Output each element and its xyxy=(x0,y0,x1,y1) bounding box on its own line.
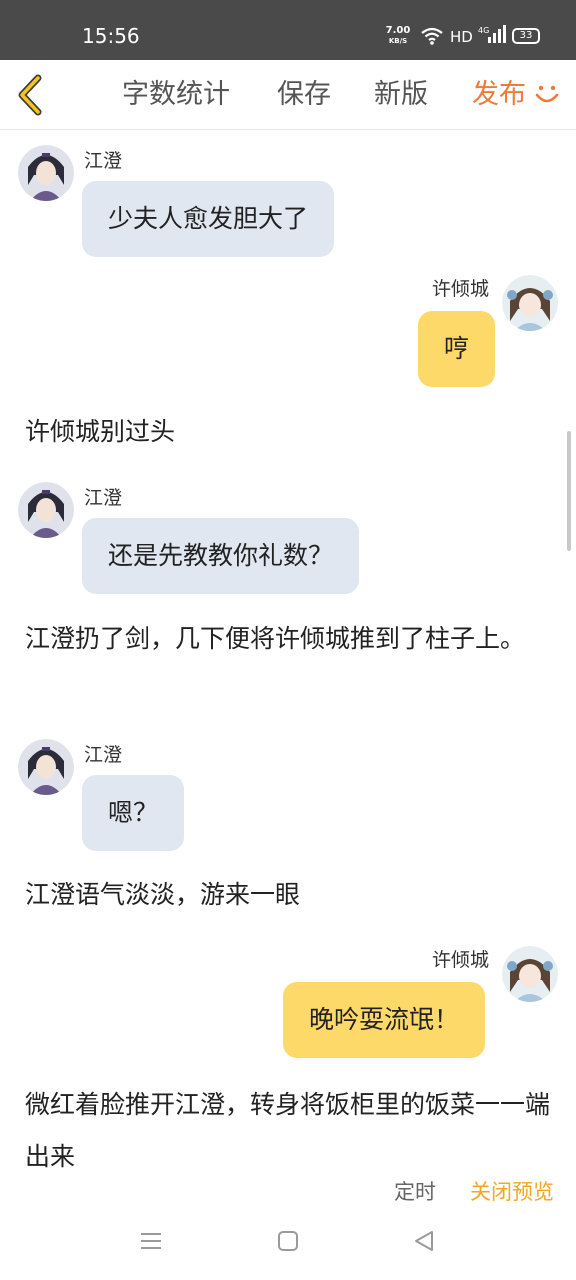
speaker-name: 江澄 xyxy=(84,150,123,172)
home-square-icon[interactable] xyxy=(277,1230,299,1252)
schedule-button[interactable]: 定时 xyxy=(394,1178,436,1206)
avatar-xuqingcheng xyxy=(502,946,558,1002)
message-bubble[interactable]: 少夫人愈发胆大了 xyxy=(82,181,335,257)
net-speed-unit: KB/S xyxy=(388,37,408,45)
close-preview-button[interactable]: 关闭预览 xyxy=(470,1178,554,1206)
menu-icon[interactable] xyxy=(140,1230,162,1252)
editor-toolbar: 字数统计 保存 新版 发布 xyxy=(0,60,576,130)
status-time: 15:56 xyxy=(82,24,140,48)
back-button[interactable] xyxy=(12,72,52,118)
wifi-icon xyxy=(421,27,443,45)
system-nav-bar xyxy=(0,1212,576,1280)
scrollbar[interactable] xyxy=(567,431,571,551)
publish-button[interactable]: 发布 xyxy=(472,78,526,112)
word-count-button[interactable]: 字数统计 xyxy=(122,78,230,112)
message-bubble[interactable]: 嗯？ xyxy=(82,775,185,851)
network-type: 4G xyxy=(478,26,489,35)
net-speed-value: 7.00 xyxy=(385,25,411,36)
save-button[interactable]: 保存 xyxy=(277,78,331,112)
message-bubble[interactable]: 晚吟耍流氓！ xyxy=(283,982,486,1058)
chat-preview[interactable]: 江澄 少夫人愈发胆大了 许倾城 哼 许倾城别过头 江澄 还是先教教你礼数？ 江澄… xyxy=(0,131,576,1171)
speaker-name: 许倾城 xyxy=(432,278,490,300)
narration-text: 许倾城别过头 xyxy=(25,417,176,446)
signal-icon: 4G xyxy=(478,25,506,43)
narration-text: 江澄语气淡淡，游来一眼 xyxy=(25,880,301,909)
speaker-name: 江澄 xyxy=(84,487,123,509)
avatar-jiangcheng xyxy=(18,482,74,538)
narration-text: 微红着脸推开江澄，转身将饭柜里的饭菜一一端出来 xyxy=(25,1090,551,1171)
net-speed: 7.00 KB/S xyxy=(385,26,411,46)
back-triangle-icon[interactable] xyxy=(413,1230,435,1252)
status-bar: 15:56 7.00 KB/S HD 4G 33 xyxy=(0,0,576,60)
narration-text: 江澄扔了剑，几下便将许倾城推到了柱子上。 xyxy=(25,624,526,653)
hd-indicator: HD xyxy=(450,28,473,46)
speaker-name: 江澄 xyxy=(84,744,123,766)
avatar-xuqingcheng xyxy=(502,275,558,331)
avatar-jiangcheng xyxy=(18,739,74,795)
new-version-button[interactable]: 新版 xyxy=(374,78,428,112)
chevron-left-icon xyxy=(18,74,42,116)
avatar-jiangcheng xyxy=(18,145,74,201)
message-bubble[interactable]: 哼 xyxy=(418,311,496,387)
speaker-name: 许倾城 xyxy=(432,949,490,971)
message-bubble[interactable]: 还是先教教你礼数？ xyxy=(82,518,360,594)
battery-indicator: 33 xyxy=(512,28,540,44)
smile-icon xyxy=(535,85,559,103)
